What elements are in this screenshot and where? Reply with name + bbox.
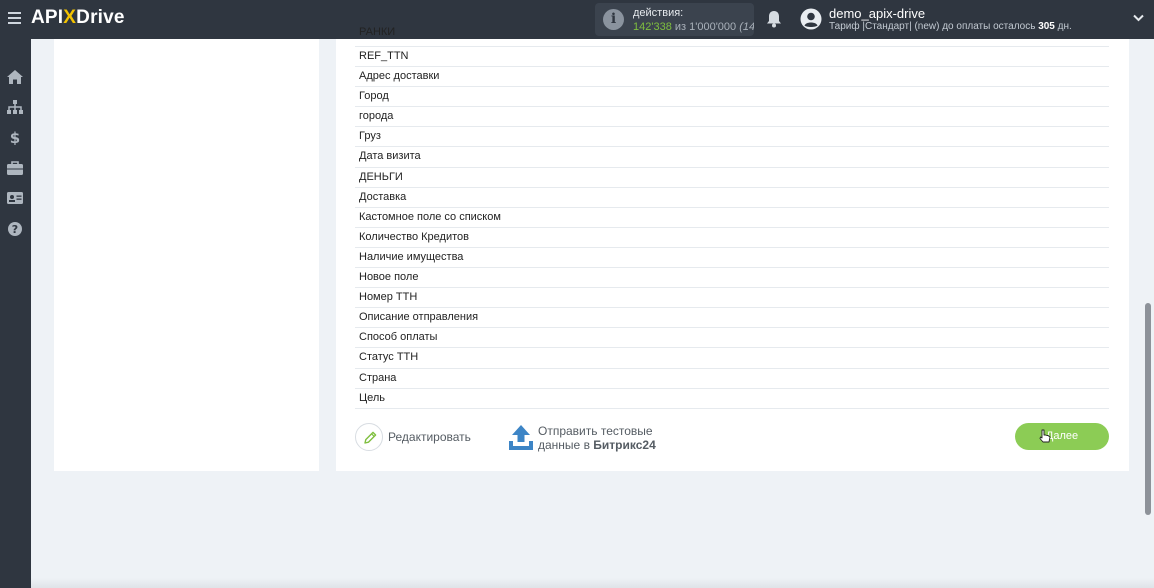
field-list: РАНКИ REF_TTN Адрес доставки Город город…	[355, 27, 1109, 409]
dollar-icon[interactable]: $	[6, 129, 24, 145]
edit-button[interactable]	[355, 423, 383, 451]
username[interactable]: demo_apix-drive	[829, 6, 925, 21]
list-item[interactable]: Страна	[355, 369, 1109, 389]
list-item[interactable]: REF_TTN	[355, 47, 1109, 68]
list-item[interactable]: Доставка	[355, 188, 1109, 208]
list-item[interactable]: Адрес доставки	[355, 67, 1109, 88]
list-item[interactable]: города	[355, 107, 1109, 128]
bell-icon[interactable]	[766, 10, 782, 28]
list-item[interactable]: Описание отправления	[355, 308, 1109, 329]
send-test-data-link[interactable]: Отправить тестовые данные в Битрикс24	[538, 424, 656, 452]
svg-text:$: $	[10, 129, 20, 145]
list-item[interactable]: Кастомное поле со списком	[355, 208, 1109, 228]
list-item[interactable]: Цель	[355, 389, 1109, 409]
scrollbar[interactable]	[1145, 303, 1151, 515]
list-item[interactable]: Груз	[355, 127, 1109, 148]
briefcase-icon[interactable]	[6, 160, 24, 176]
list-item[interactable]: Новое поле	[355, 268, 1109, 289]
left-panel	[54, 39, 319, 471]
list-item[interactable]: Количество Кредитов	[355, 228, 1109, 248]
list-item[interactable]: Статус ТТН	[355, 348, 1109, 369]
chevron-down-icon[interactable]	[1133, 14, 1144, 22]
svg-text:?: ?	[12, 223, 18, 236]
cursor-icon	[1039, 429, 1051, 443]
list-item[interactable]: Дата визита	[355, 147, 1109, 168]
list-item[interactable]: ДЕНЬГИ	[355, 168, 1109, 188]
pencil-icon	[364, 431, 377, 444]
sitemap-icon[interactable]	[6, 99, 24, 115]
logo[interactable]: APIXDrive	[31, 7, 125, 29]
edit-label[interactable]: Редактировать	[388, 430, 471, 444]
list-item[interactable]: Способ оплаты	[355, 328, 1109, 349]
bottom-edge	[31, 578, 1154, 588]
actions-label: действия:	[633, 7, 684, 19]
home-icon[interactable]	[6, 69, 24, 85]
list-item[interactable]: Наличие имущества	[355, 248, 1109, 269]
list-item[interactable]: Город	[355, 87, 1109, 108]
id-card-icon[interactable]	[6, 190, 24, 206]
list-item[interactable]: Номер ТТН	[355, 288, 1109, 309]
sidebar: $ ?	[0, 39, 31, 588]
upload-icon[interactable]	[508, 424, 534, 451]
help-icon[interactable]: ?	[6, 221, 24, 237]
list-item[interactable]: РАНКИ	[355, 27, 1109, 47]
next-button[interactable]: Далее	[1015, 423, 1109, 450]
menu-icon[interactable]	[8, 12, 21, 24]
